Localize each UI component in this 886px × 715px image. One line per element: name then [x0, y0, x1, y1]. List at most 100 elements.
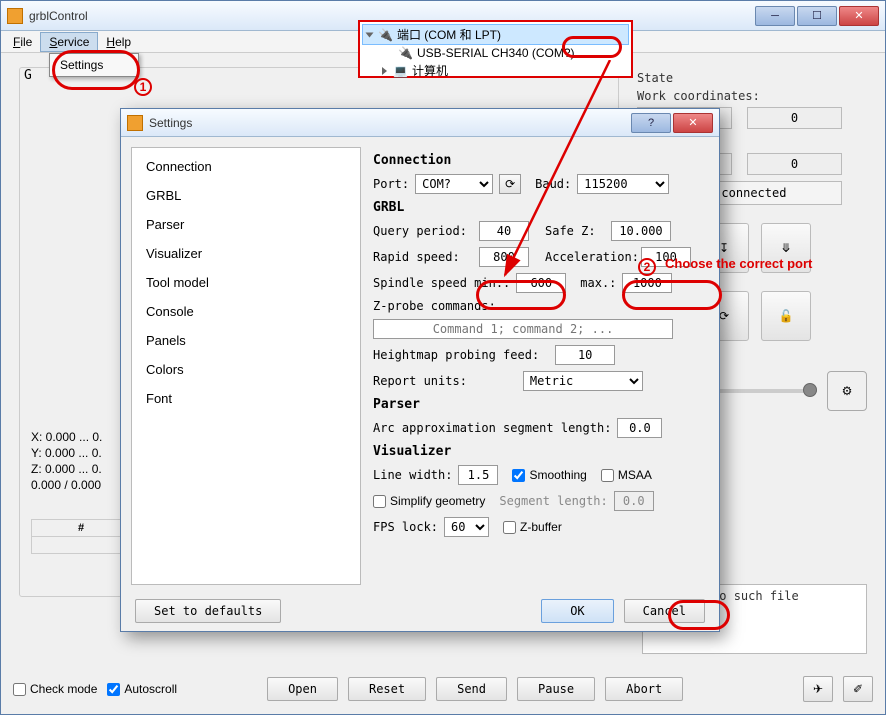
device-tree-panel: 🔌 端口 (COM 和 LPT) 🔌 USB-SERIAL CH340 (COM… [358, 20, 633, 78]
spindle-max-input[interactable] [622, 273, 672, 293]
settings-close-button[interactable]: ✕ [673, 113, 713, 133]
lw-label: Line width: [373, 468, 452, 482]
query-label: Query period: [373, 224, 473, 238]
usb-serial-node[interactable]: 🔌 USB-SERIAL CH340 (COM?) [362, 45, 629, 61]
autoscroll-checkbox[interactable]: Autoscroll [107, 682, 177, 696]
probe-icon: ⤋ [781, 241, 791, 255]
section-parser: Parser [373, 397, 705, 412]
mach-y: 0 [747, 153, 842, 175]
port-select[interactable]: COM? [415, 174, 493, 194]
computer-node[interactable]: 💻 计算机 [362, 61, 629, 80]
spindle-max-label: max.: [580, 276, 616, 290]
menu-service[interactable]: Service [40, 32, 98, 52]
work-y: 0 [747, 107, 842, 129]
simplify-checkbox[interactable]: Simplify geometry [373, 494, 485, 508]
units-label: Report units: [373, 374, 467, 388]
settings-title: Settings [149, 116, 631, 130]
spindle-min-input[interactable] [516, 273, 566, 293]
gcode-label: G [24, 68, 32, 83]
accel-label: Acceleration: [545, 250, 635, 264]
zero-z-icon: ↧ [719, 241, 729, 255]
cat-grbl[interactable]: GRBL [132, 181, 360, 210]
arc-input[interactable] [617, 418, 662, 438]
settings-category-list: Connection GRBL Parser Visualizer Tool m… [131, 147, 361, 585]
settings-dialog: Settings ? ✕ Connection GRBL Parser Visu… [120, 108, 720, 632]
ports-node[interactable]: 🔌 端口 (COM 和 LPT) [362, 24, 629, 45]
unlock-icon: 🔓 [779, 309, 794, 323]
eraser-icon: ✐ [853, 682, 863, 696]
spindle-label: Spindle speed min.: [373, 276, 510, 290]
section-connection: Connection [373, 153, 705, 168]
defaults-button[interactable]: Set to defaults [135, 599, 281, 623]
annotation-step2: 2 [638, 258, 656, 276]
open-button[interactable]: Open [267, 677, 338, 701]
minimize-button[interactable]: ─ [755, 6, 795, 26]
cat-panels[interactable]: Panels [132, 326, 360, 355]
section-grbl: GRBL [373, 200, 705, 215]
settings-help-button[interactable]: ? [631, 113, 671, 133]
heightmap-label: Heightmap probing feed: [373, 348, 539, 362]
cat-parser[interactable]: Parser [132, 210, 360, 239]
seg-label: Segment length: [499, 494, 607, 508]
msaa-checkbox[interactable]: MSAA [601, 468, 652, 482]
state-label: State [637, 71, 867, 85]
settings-footer: Set to defaults OK Cancel [121, 599, 719, 623]
ok-button[interactable]: OK [541, 599, 613, 623]
fps-label: FPS lock: [373, 520, 438, 534]
port-label: Port: [373, 177, 409, 191]
refresh-ports-button[interactable]: ⟳ [499, 174, 521, 194]
maximize-button[interactable]: ☐ [797, 6, 837, 26]
rapid-input[interactable] [479, 247, 529, 267]
gear-icon: ⚙ [842, 384, 853, 398]
send-icon: ✈ [813, 682, 823, 696]
cat-visualizer[interactable]: Visualizer [132, 239, 360, 268]
baud-select[interactable]: 115200 [577, 174, 669, 194]
menu-file[interactable]: File [5, 33, 40, 51]
settings-gear-button[interactable]: ⚙ [827, 371, 867, 411]
zbuffer-checkbox[interactable]: Z-buffer [503, 520, 562, 534]
clear-console-button[interactable]: ✐ [843, 676, 873, 702]
unlock-button[interactable]: 🔓 [761, 291, 811, 341]
refresh-icon: ⟳ [719, 309, 729, 323]
pause-button[interactable]: Pause [517, 677, 595, 701]
smoothing-checkbox[interactable]: Smoothing [512, 468, 586, 482]
reset-button[interactable]: Reset [348, 677, 426, 701]
send-cmd-button[interactable]: ✈ [803, 676, 833, 702]
seg-input [614, 491, 654, 511]
menu-settings[interactable]: Settings [50, 54, 138, 76]
table-row [32, 537, 131, 554]
col-num: # [32, 520, 131, 537]
arc-label: Arc approximation segment length: [373, 421, 611, 435]
check-mode-checkbox[interactable]: Check mode [13, 682, 97, 696]
refresh-icon: ⟳ [505, 177, 515, 191]
safez-input[interactable] [611, 221, 671, 241]
cat-colors[interactable]: Colors [132, 355, 360, 384]
zprobe-input[interactable] [373, 319, 673, 339]
heightmap-input[interactable] [555, 345, 615, 365]
zprobe-label: Z-probe commands: [373, 299, 496, 313]
send-button[interactable]: Send [436, 677, 507, 701]
menu-help[interactable]: Help [98, 33, 139, 51]
safez-label: Safe Z: [545, 224, 605, 238]
annotation-choose-text: Choose the correct port [665, 256, 812, 271]
service-dropdown: Settings [49, 53, 139, 77]
cat-font[interactable]: Font [132, 384, 360, 413]
cat-toolmodel[interactable]: Tool model [132, 268, 360, 297]
close-button[interactable]: ✕ [839, 6, 879, 26]
fps-select[interactable]: 60 [444, 517, 489, 537]
work-coords-label: Work coordinates: [637, 89, 867, 103]
query-input[interactable] [479, 221, 529, 241]
gcode-table: # [31, 519, 131, 554]
annotation-step1: 1 [134, 78, 152, 96]
lw-input[interactable] [458, 465, 498, 485]
bottom-toolbar: Check mode Autoscroll Open Reset Send Pa… [13, 674, 873, 704]
cancel-button[interactable]: Cancel [624, 599, 705, 623]
settings-app-icon [127, 115, 143, 131]
slider-thumb[interactable] [803, 383, 817, 397]
units-select[interactable]: Metric [523, 371, 643, 391]
baud-label: Baud: [535, 177, 571, 191]
rapid-label: Rapid speed: [373, 250, 473, 264]
abort-button[interactable]: Abort [605, 677, 683, 701]
cat-console[interactable]: Console [132, 297, 360, 326]
cat-connection[interactable]: Connection [132, 152, 360, 181]
